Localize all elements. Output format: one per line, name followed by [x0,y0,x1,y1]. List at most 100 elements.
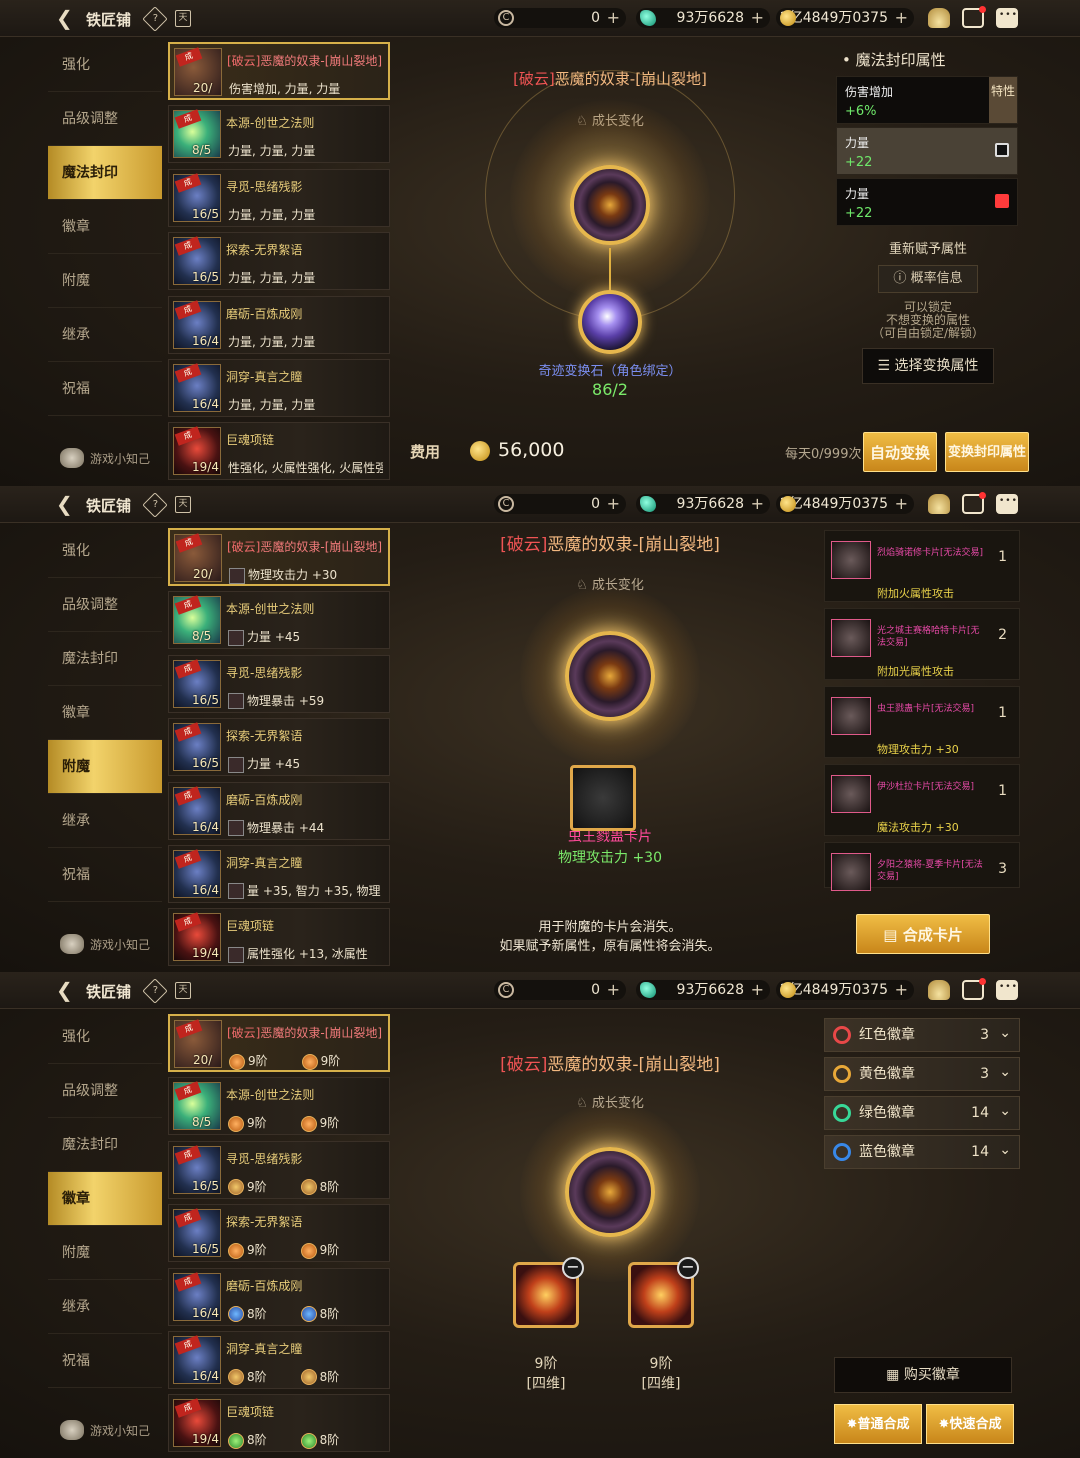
remove-medal-button[interactable]: − [677,1257,699,1279]
medal-type-row[interactable]: 黄色徽章 3 ⌄ [824,1057,1020,1091]
sidebar-item-magic-seal[interactable]: 魔法封印 [48,1118,162,1172]
calendar-icon[interactable]: 天 [175,10,191,27]
sidebar-item-magic-seal[interactable]: 魔法封印 [48,632,162,686]
list-item[interactable]: 成 16/4 磨砺-百炼成刚 力量, 力量, 力量 [168,295,390,354]
list-item[interactable]: 成 19/4 巨魂项链 8阶 8阶 [168,1394,390,1453]
list-item[interactable]: 成 16/4 磨砺-百炼成刚 物理暴击 +44 [168,781,390,840]
sidebar-item-inherit[interactable]: 继承 [48,1280,162,1334]
list-item[interactable]: 成 16/5 寻觅-思绪残影 物理暴击 +59 [168,654,390,713]
bag-icon[interactable] [928,8,950,28]
bag-icon[interactable] [928,980,950,1000]
add-gold-button[interactable]: + [895,980,908,1000]
add-gem-button[interactable]: + [751,980,764,1000]
medal-type-row[interactable]: 蓝色徽章 14 ⌄ [824,1135,1020,1169]
list-item[interactable]: 成 16/5 探索-无界絮语 9阶 9阶 [168,1204,390,1263]
sidebar-item-medal[interactable]: 徽章 [48,1172,162,1226]
list-item[interactable]: 成 20/[破云]恶魔的奴隶-[崩山裂地] 物理攻击力 +30 [168,528,390,586]
chat-icon[interactable] [996,980,1018,1000]
card-item[interactable]: 光之城主赛格哈特卡片[无法交易] 2 附加光属性攻击 [824,608,1020,680]
list-item[interactable]: 成 16/5 寻觅-思绪残影 力量, 力量, 力量 [168,168,390,227]
mail-icon[interactable] [962,492,986,514]
sidebar-item-inherit[interactable]: 继承 [48,794,162,848]
back-arrow-icon[interactable]: ❮ [56,980,76,1000]
list-item[interactable]: 成 19/4 巨魂项链 属性强化 +13, 冰属性 [168,908,390,967]
seal-property-row[interactable]: 力量 +22 [836,127,1018,175]
chevron-down-icon[interactable]: ⌄ [999,1056,1011,1088]
lock-icon[interactable] [995,194,1009,208]
list-item[interactable]: 成 8/5 本源-创世之法则 力量, 力量, 力量 [168,105,390,164]
sidebar-item-bless[interactable]: 祝福 [48,362,162,416]
help-icon[interactable]: ? [142,978,168,1004]
sidebar-item-enhance[interactable]: 强化 [48,38,162,92]
sidebar-item-bless[interactable]: 祝福 [48,1334,162,1388]
game-tips-button[interactable]: 游戏小知己 [60,448,150,468]
card-slot[interactable] [570,765,636,831]
chevron-down-icon[interactable]: ⌄ [999,1095,1011,1127]
list-item[interactable]: 成 20/[破云]恶魔的奴隶-[崩山裂地] 伤害增加, 力量, 力量 [168,42,390,100]
medal-type-row[interactable]: 绿色徽章 14 ⌄ [824,1096,1020,1130]
game-tips-button[interactable]: 游戏小知己 [60,1420,150,1440]
list-item[interactable]: 成 16/4 磨砺-百炼成刚 8阶 8阶 [168,1267,390,1326]
list-item[interactable]: 成 8/5 本源-创世之法则 9阶 9阶 [168,1077,390,1136]
add-gold-button[interactable]: + [895,8,908,28]
add-currency-button[interactable]: + [607,494,620,514]
sidebar-item-enchant[interactable]: 附魔 [48,254,162,308]
chat-icon[interactable] [996,494,1018,514]
normal-compose-button[interactable]: ✸普通合成 [834,1404,922,1444]
card-item[interactable]: 伊沙杜拉卡片[无法交易] 1 魔法攻击力 +30 [824,764,1020,836]
list-item[interactable]: 成 16/4 洞穿-真言之瞳 8阶 8阶 [168,1330,390,1389]
change-seal-button[interactable]: 变换封印属性 [945,432,1029,472]
list-item[interactable]: 成 16/4 洞穿-真言之瞳量 +35, 智力 +35, 物理 [168,844,390,903]
list-item[interactable]: 成 16/4 洞穿-真言之瞳 力量, 力量, 力量 [168,358,390,417]
sidebar-item-enhance[interactable]: 强化 [48,1010,162,1064]
mail-icon[interactable] [962,6,986,28]
chevron-down-icon[interactable]: ⌄ [999,1017,1011,1049]
list-item[interactable]: 成 19/4 巨魂项链 性强化, 火属性强化, 火属性强化 [168,422,390,481]
list-item[interactable]: 成 16/5 探索-无界絮语 力量, 力量, 力量 [168,232,390,291]
sidebar-item-enchant[interactable]: 附魔 [48,740,162,794]
medal-slot[interactable]: − [628,1257,699,1328]
buy-medal-button[interactable]: ▦ 购买徽章 [834,1357,1012,1393]
game-tips-button[interactable]: 游戏小知己 [60,934,150,954]
help-icon[interactable]: ? [142,492,168,518]
card-item[interactable]: 虫王戮蛊卡片[无法交易] 1 物理攻击力 +30 [824,686,1020,758]
add-gem-button[interactable]: + [751,8,764,28]
list-item[interactable]: 成 16/5 寻觅-思绪残影 9阶 8阶 [168,1140,390,1199]
fast-compose-button[interactable]: ✸快速合成 [926,1404,1014,1444]
auto-change-button[interactable]: 自动变换 [863,432,937,472]
sidebar-item-grade[interactable]: 品级调整 [48,578,162,632]
list-item[interactable]: 成 16/5 探索-无界絮语 力量 +45 [168,718,390,777]
seal-property-row[interactable]: 伤害增加 +6% 特性 [836,76,1018,124]
card-item[interactable]: 烈焰骑诺修卡片[无法交易] 1 附加火属性攻击 [824,530,1020,602]
select-change-property-button[interactable]: ☰ 选择变换属性 [862,348,994,384]
chat-icon[interactable] [996,8,1018,28]
seal-property-row[interactable]: 力量 +22 [836,178,1018,226]
medal-slot[interactable]: − [513,1257,584,1328]
add-gold-button[interactable]: + [895,494,908,514]
list-item[interactable]: 成 8/5 本源-创世之法则 力量 +45 [168,591,390,650]
bag-icon[interactable] [928,494,950,514]
mail-icon[interactable] [962,978,986,1000]
unlock-icon[interactable] [995,143,1009,157]
sidebar-item-enchant[interactable]: 附魔 [48,1226,162,1280]
remove-medal-button[interactable]: − [562,1257,584,1279]
add-gem-button[interactable]: + [751,494,764,514]
add-currency-button[interactable]: + [607,980,620,1000]
add-currency-button[interactable]: + [607,8,620,28]
sidebar-item-grade[interactable]: 品级调整 [48,92,162,146]
help-icon[interactable]: ? [142,6,168,32]
sidebar-item-inherit[interactable]: 继承 [48,308,162,362]
calendar-icon[interactable]: 天 [175,496,191,513]
chevron-down-icon[interactable]: ⌄ [999,1134,1011,1166]
sidebar-item-enhance[interactable]: 强化 [48,524,162,578]
calendar-icon[interactable]: 天 [175,982,191,999]
sidebar-item-grade[interactable]: 品级调整 [48,1064,162,1118]
sidebar-item-medal[interactable]: 徽章 [48,200,162,254]
card-item[interactable]: 夕阳之猿将-夏季卡片[无法交易] 3 [824,842,1020,891]
back-arrow-icon[interactable]: ❮ [56,8,76,28]
probability-info-button[interactable]: ⓘ 概率信息 [878,265,978,293]
compose-card-button[interactable]: ▤ 合成卡片 [856,914,990,954]
sidebar-item-medal[interactable]: 徽章 [48,686,162,740]
list-item[interactable]: 成 20/[破云]恶魔的奴隶-[崩山裂地] 9阶 9阶 [168,1014,390,1072]
medal-type-row[interactable]: 红色徽章 3 ⌄ [824,1018,1020,1052]
